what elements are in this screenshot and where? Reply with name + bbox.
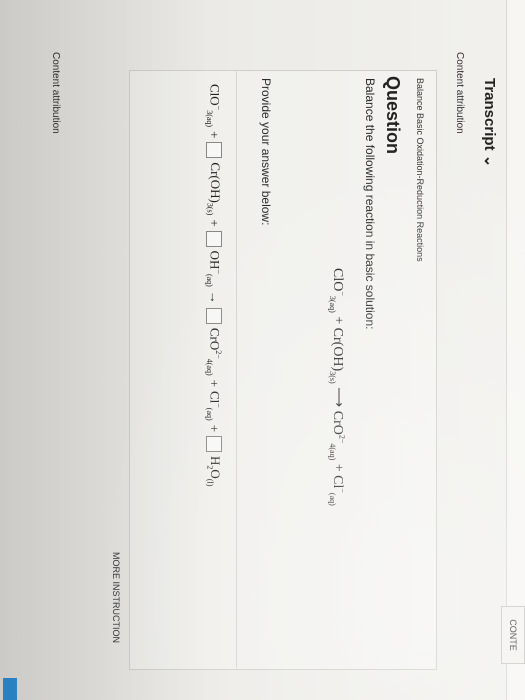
provide-answer-label: Provide your answer below: <box>259 78 273 226</box>
accent-button-edge[interactable] <box>3 678 17 700</box>
reactant-chromium-hydroxide: Cr(OH)3(s) <box>328 327 346 384</box>
coefficient-input-h2o[interactable] <box>206 436 223 453</box>
reactant-chlorate: ClO−3(aq) <box>328 268 347 313</box>
question-prompt: Balance the following reaction in basic … <box>363 78 377 330</box>
content-attribution-link[interactable]: Content attribution <box>454 52 465 134</box>
answer-hydroxide: OH−(aq) <box>205 250 223 287</box>
plus-sign: + <box>207 131 223 139</box>
product-chromate: CrO2−4(aq) <box>328 410 347 461</box>
question-title: Question <box>383 76 403 155</box>
photo-background: Transcript ⌄ Content attribution CONTE B… <box>0 0 525 700</box>
coefficient-input-cro4[interactable] <box>206 307 223 324</box>
transcript-label: Transcript <box>481 78 498 151</box>
answer-water: H2O(l) <box>205 456 223 487</box>
product-chloride: Cl−(aq) <box>328 475 347 506</box>
chevron-down-icon: ⌄ <box>481 154 498 168</box>
answer-chromium-hydroxide: Cr(OH)3(s) <box>205 162 223 216</box>
question-card <box>129 70 437 670</box>
answer-chlorate: ClO−3(aq) <box>205 84 223 128</box>
more-instruction-link[interactable]: MORE INSTRUCTION <box>111 552 121 643</box>
contents-button[interactable]: CONTE <box>501 606 525 664</box>
laptop-screen: Transcript ⌄ Content attribution CONTE B… <box>0 0 525 700</box>
coefficient-input-cr-oh3[interactable] <box>206 142 223 159</box>
content-attribution-link[interactable]: Content attribution <box>50 52 61 134</box>
plus-sign: + <box>330 460 346 476</box>
answer-equation: ClO−3(aq) + Cr(OH)3(s) + OH−(aq) → CrO2−… <box>205 84 223 486</box>
answer-chromate: CrO2−4(aq) <box>205 327 223 376</box>
plus-sign: + <box>330 312 346 328</box>
reaction-equation: ClO−3(aq) + Cr(OH)3(s) ⟶ CrO2−4(aq) + Cl… <box>329 268 347 506</box>
transcript-toggle[interactable]: Transcript ⌄ <box>481 78 499 167</box>
arrow-icon: ⟶ <box>330 383 346 411</box>
question-category: Balance Basic Oxidation-Reduction Reacti… <box>415 78 425 262</box>
plus-sign: + <box>207 379 223 387</box>
plus-sign: + <box>207 424 223 433</box>
plus-sign: + <box>207 219 223 227</box>
coefficient-input-oh[interactable] <box>206 230 223 247</box>
answer-divider <box>236 70 237 668</box>
arrow-icon: → <box>207 290 223 304</box>
browser-top-bar <box>506 0 525 700</box>
answer-chloride: Cl−(aq) <box>205 390 223 421</box>
